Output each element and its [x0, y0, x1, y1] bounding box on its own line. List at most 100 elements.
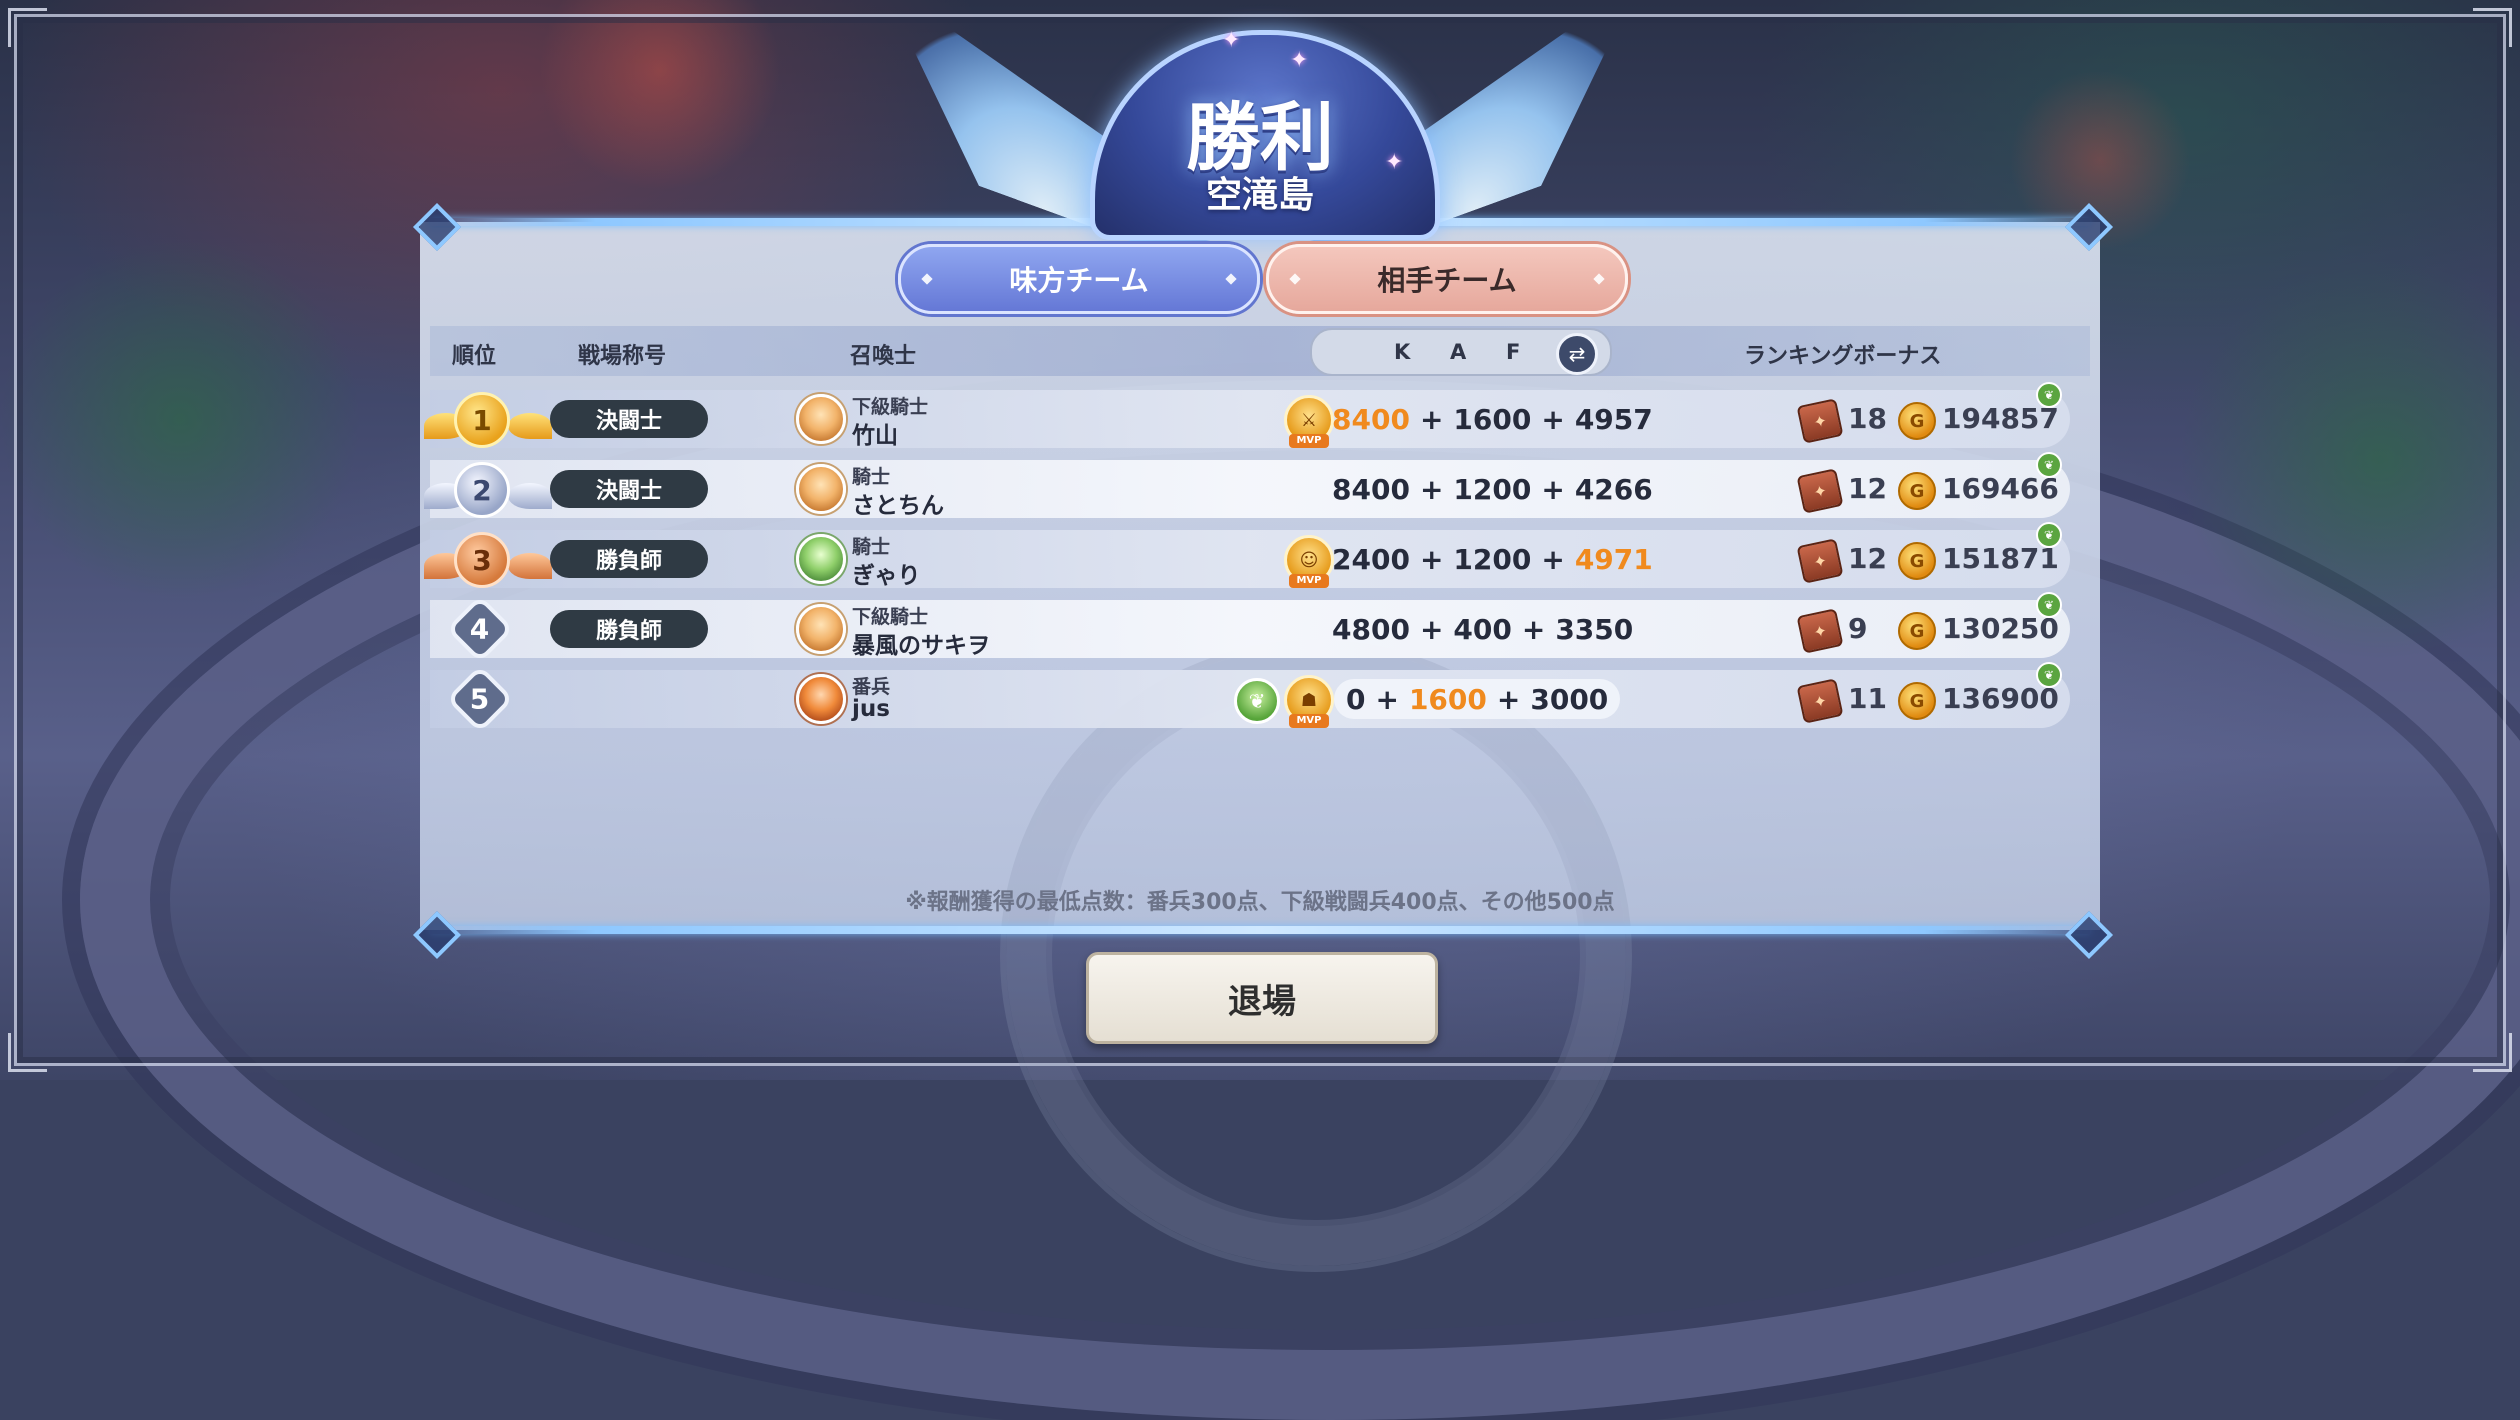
plus-sign: +	[1541, 402, 1565, 436]
sprout-icon: ❦	[2036, 452, 2062, 478]
summoner-name: ぎゃり	[852, 563, 921, 589]
chest-count: 12	[1848, 542, 1887, 575]
sprout-icon: ❦	[2036, 382, 2062, 408]
plus-sign: +	[1419, 612, 1444, 646]
swap-arrows-icon[interactable]: ⇄	[1556, 333, 1598, 375]
rank-medal-silver: 2	[454, 462, 510, 518]
mvp-label: MVP	[1289, 434, 1329, 448]
score-k: 2400	[1332, 542, 1410, 576]
score-k: 4800	[1332, 612, 1410, 646]
medal-wing-right	[508, 553, 552, 579]
diamond-icon	[1289, 273, 1301, 285]
panel-bottom-border	[430, 926, 2090, 934]
sprout-icon: ❦	[2036, 592, 2062, 618]
kaf-score: 8400 +1200 +4266	[1320, 469, 1665, 509]
header-rank: 順位	[452, 344, 497, 369]
diamond-icon	[1225, 273, 1237, 285]
tab-ally-team[interactable]: 味方チーム	[898, 244, 1260, 314]
summoner-avatar[interactable]	[796, 464, 846, 514]
summoner-rank: 下級騎士	[852, 606, 929, 628]
header-battle-title: 戦場称号	[578, 344, 667, 369]
summoner-name: 暴風のサキヲ	[852, 633, 990, 659]
sparkle-icon: ✦	[1222, 28, 1241, 53]
sprout-icon: ❦	[2036, 662, 2062, 688]
sparkle-icon: ✦	[1290, 48, 1309, 73]
score-f: 4957	[1574, 402, 1653, 436]
header-summoner: 召喚士	[850, 344, 917, 369]
rank-number: 3	[472, 543, 492, 577]
sprout-icon: ❦	[2036, 522, 2062, 548]
kaf-score: 8400 +1600 +4957	[1320, 399, 1665, 439]
tab-enemy-team[interactable]: 相手チーム	[1266, 244, 1628, 314]
summoner-rank: 下級騎士	[852, 396, 929, 418]
gold-coin-icon: G	[1898, 472, 1936, 510]
tab-enemy-label: 相手チーム	[1377, 264, 1517, 297]
kaf-score: 4800 +400 +3350	[1320, 609, 1645, 649]
score-a: 1200	[1453, 542, 1532, 576]
exit-button[interactable]: 退場	[1086, 952, 1438, 1044]
plus-sign: +	[1521, 612, 1546, 646]
map-name: 空滝島	[1205, 175, 1314, 216]
rank-number: 2	[472, 473, 492, 507]
summoner-avatar[interactable]	[796, 534, 846, 584]
summoner-name: 竹山	[852, 423, 898, 449]
frame-corner	[2473, 1033, 2512, 1072]
score-f: 3000	[1530, 682, 1609, 716]
score-a: 1600	[1453, 402, 1532, 436]
leaf-icon: ❦	[1234, 678, 1280, 724]
score-f: 4971	[1574, 542, 1653, 576]
reward-chest-icon: ✦	[1796, 538, 1844, 584]
reward-note: ※報酬獲得の最低点数：番兵300点、下級戦闘兵400点、その他500点	[905, 890, 1615, 915]
frame-corner	[8, 1033, 47, 1072]
summoner-avatar[interactable]	[796, 604, 846, 654]
bonus-points: 151871	[1942, 542, 2059, 575]
diamond-icon	[1593, 273, 1605, 285]
mvp-helper-icon: ☗ MVP	[1284, 675, 1334, 728]
medal-wing-right	[508, 483, 552, 509]
mvp-label: MVP	[1289, 714, 1329, 728]
score-f: 4266	[1574, 472, 1653, 506]
header-ranking-bonus: ランキングボーナス	[1744, 344, 1942, 369]
rank-number: 5	[470, 682, 490, 716]
reward-chest-icon: ✦	[1796, 398, 1844, 444]
kaf-score: 0 +1600 +3000	[1334, 679, 1621, 719]
rank-medal-gold: 1	[454, 392, 510, 448]
chest-count: 11	[1848, 682, 1887, 715]
summoner-name: さとちん	[852, 493, 944, 519]
header-a: A	[1450, 340, 1467, 364]
battle-title-badge: 勝負師	[550, 540, 708, 578]
rank-number: 4	[470, 612, 490, 646]
bonus-points: 136900	[1942, 682, 2059, 715]
mvp-label: MVP	[1289, 574, 1329, 588]
score-a: 400	[1453, 612, 1512, 646]
chest-count: 12	[1848, 472, 1887, 505]
rank-number: 1	[472, 403, 492, 437]
diamond-icon	[921, 273, 933, 285]
header-k: K	[1394, 340, 1411, 364]
frame-corner	[8, 8, 47, 47]
summoner-rank: 騎士	[852, 466, 891, 488]
battle-title-badge: 決闘士	[550, 470, 708, 508]
gold-coin-icon: G	[1898, 402, 1936, 440]
score-k: 8400	[1332, 402, 1410, 436]
plus-sign: +	[1541, 472, 1565, 506]
tab-ally-label: 味方チーム	[1009, 264, 1149, 297]
score-k: 0	[1346, 682, 1366, 716]
reward-chest-icon: ✦	[1796, 678, 1844, 724]
summoner-avatar[interactable]	[796, 394, 846, 444]
plus-sign: +	[1419, 542, 1444, 576]
plus-sign: +	[1419, 472, 1444, 506]
plus-sign: +	[1496, 682, 1521, 716]
chest-count: 18	[1848, 402, 1887, 435]
rank-medal-bronze: 3	[454, 532, 510, 588]
chest-count: 9	[1848, 612, 1868, 645]
plus-sign: +	[1419, 402, 1444, 436]
summoner-rank: 番兵	[852, 676, 891, 698]
summoner-rank: 騎士	[852, 536, 891, 558]
reward-chest-icon: ✦	[1796, 468, 1844, 514]
battle-title-badge: 勝負師	[550, 610, 708, 648]
score-k: 8400	[1332, 472, 1410, 506]
header-f: F	[1506, 340, 1521, 364]
summoner-avatar[interactable]	[796, 674, 846, 724]
plus-sign: +	[1375, 682, 1399, 716]
